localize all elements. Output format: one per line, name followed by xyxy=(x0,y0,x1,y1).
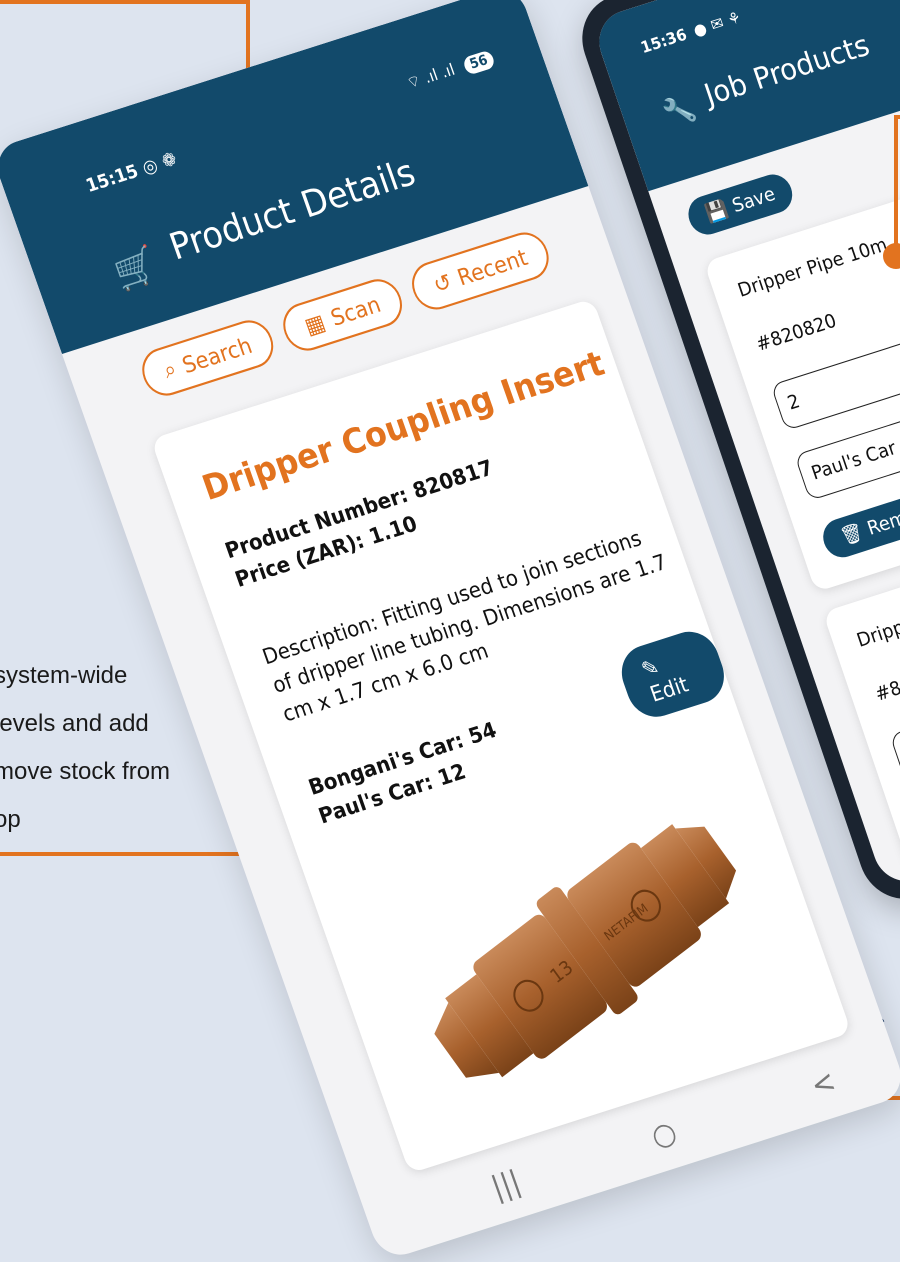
cart-icon: 🛒 xyxy=(108,242,163,296)
edit-button[interactable]: ✎ Edit xyxy=(613,624,733,724)
annotation-line xyxy=(0,0,250,4)
recent-button[interactable]: ↺ Recent xyxy=(405,226,556,316)
qr-code-icon: ▦ xyxy=(301,308,329,340)
trash-icon: 🗑 xyxy=(837,520,867,549)
remove-button[interactable]: 🗑 Remove xyxy=(818,483,900,562)
scan-button[interactable]: ▦ Scan xyxy=(276,273,409,357)
page-title: Job Products xyxy=(699,27,874,113)
save-label: Save xyxy=(729,183,779,218)
back-nav-icon[interactable]: < xyxy=(806,1063,840,1104)
product-number: #82 xyxy=(872,673,900,706)
product-name: Drippe xyxy=(854,612,900,652)
status-icons: ● ✉ ⚘ xyxy=(690,7,744,41)
search-label: Search xyxy=(178,331,256,379)
status-time: 15:36 xyxy=(638,24,690,58)
recent-label: Recent xyxy=(453,244,531,291)
history-icon: ↺ xyxy=(429,268,455,298)
battery-icon: 56 xyxy=(461,49,497,76)
app-header: 15:15 ◎ ❁ ⌔ .ıl .ıl 56 🛒 Product Details xyxy=(0,0,589,354)
wrench-icon: 🔧 xyxy=(659,91,700,132)
left-caption-line: op xyxy=(0,806,21,833)
save-icon: 💾 xyxy=(702,198,732,226)
status-bar-icons: ⌔ .ıl .ıl 56 xyxy=(404,47,497,94)
status-time: 15:15 ◎ ❁ xyxy=(83,148,180,197)
quantity-input[interactable]: 2 xyxy=(770,333,900,431)
product-name: Dripper Pipe 10m xyxy=(735,233,891,302)
product-number: #820820 xyxy=(753,309,840,356)
left-caption-line: move stock from xyxy=(0,758,171,785)
status-icons: ◎ ❁ xyxy=(139,148,180,180)
page-title: Product Details xyxy=(164,151,421,270)
search-button[interactable]: ⌕ Search xyxy=(135,314,280,402)
annotation-line xyxy=(0,852,245,856)
scan-label: Scan xyxy=(327,290,384,331)
save-button[interactable]: 💾 Save xyxy=(683,169,798,240)
status-time-text: 15:15 xyxy=(83,160,142,198)
app-header: 15:36 ● ✉ ⚘ 🔧 Job Products xyxy=(590,0,900,192)
annotation-line xyxy=(894,115,898,255)
search-icon: ⌕ xyxy=(160,355,180,384)
product-image: 13 NETAFIM xyxy=(434,824,737,1078)
recents-nav-icon[interactable]: ||| xyxy=(487,1163,525,1205)
signal-icon: ⌔ .ıl .ıl xyxy=(404,59,458,93)
remove-label: Remove xyxy=(864,497,900,541)
